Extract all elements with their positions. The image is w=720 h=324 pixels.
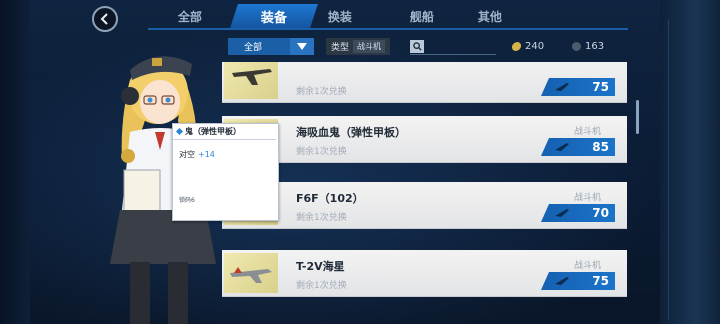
aircraft-thumbnail xyxy=(224,62,278,99)
item-category: 战斗机 xyxy=(573,193,601,203)
tab-all[interactable]: 全部 xyxy=(146,4,234,28)
tooltip-title: 鬼（弹性甲板） xyxy=(185,127,241,136)
price-value: 70 xyxy=(592,206,609,220)
price-value: 75 xyxy=(592,80,609,94)
list-item[interactable]: T-2V海星 战斗机 剩余1次兑换 75 xyxy=(222,250,627,297)
item-tooltip: 鬼（弹性甲板） 对空 +14 锁码6 xyxy=(172,123,279,221)
tooltip-header: 鬼（弹性甲板） xyxy=(173,124,276,140)
list-scrollbar[interactable] xyxy=(636,100,639,134)
price-button[interactable]: 75 xyxy=(541,272,615,290)
token-icon xyxy=(572,42,581,51)
fighter-icon xyxy=(555,143,569,151)
item-name: 海吸血鬼（弹性甲板） xyxy=(296,126,406,139)
coin-icon xyxy=(511,42,522,51)
list-item[interactable]: F6F（102） 战斗机 剩余1次兑换 70 xyxy=(222,182,627,229)
shop-item-list: 剩余1次兑换 75 海吸血鬼（弹性甲板） 战斗机 剩余1次兑换 85 F6F（1… xyxy=(222,62,627,324)
search-icon[interactable] xyxy=(410,40,424,53)
list-item[interactable]: 海吸血鬼（弹性甲板） 战斗机 剩余1次兑换 85 xyxy=(222,116,627,163)
price-button[interactable]: 85 xyxy=(541,138,615,156)
fighter-icon xyxy=(555,83,569,91)
category-dropdown[interactable]: 全部 xyxy=(228,38,314,55)
type-filter-value: 战斗机 xyxy=(353,40,386,53)
tab-skins[interactable]: 换装 xyxy=(296,4,384,28)
aircraft-thumbnail xyxy=(224,253,278,293)
tab-bar: 全部 装备 换装 舰船 其他 xyxy=(150,4,630,28)
currency-b-value: 163 xyxy=(585,41,605,52)
exchange-remaining: 剩余1次兑换 xyxy=(296,87,347,97)
left-frame xyxy=(0,0,30,324)
currency-a: 240 xyxy=(511,39,545,54)
category-dropdown-value: 全部 xyxy=(244,43,263,53)
fighter-icon xyxy=(555,209,569,217)
price-value: 85 xyxy=(592,140,609,154)
exchange-remaining: 剩余1次兑换 xyxy=(296,213,347,223)
diamond-bullet-icon xyxy=(175,127,184,136)
exchange-remaining: 剩余1次兑换 xyxy=(296,281,347,291)
item-category: 战斗机 xyxy=(573,127,601,137)
price-button[interactable]: 75 xyxy=(541,78,615,96)
item-name: F6F（102） xyxy=(296,192,364,205)
item-category: 战斗机 xyxy=(573,261,601,271)
currency-a-value: 240 xyxy=(525,41,545,52)
item-name: T-2V海星 xyxy=(296,260,345,273)
price-button[interactable]: 70 xyxy=(541,204,615,222)
tooltip-footer: 锁码6 xyxy=(179,197,195,204)
type-filter-label: 类型 xyxy=(331,43,350,53)
currency-b: 163 xyxy=(572,39,604,54)
list-item[interactable]: 剩余1次兑换 75 xyxy=(222,62,627,103)
stat-value: +14 xyxy=(198,150,215,159)
stat-label: 对空 xyxy=(179,150,195,159)
tooltip-stat: 对空 +14 xyxy=(179,149,215,160)
tab-other[interactable]: 其他 xyxy=(446,4,534,28)
type-filter[interactable]: 类型 战斗机 xyxy=(326,38,391,55)
chevron-down-icon xyxy=(290,38,314,55)
fighter-icon xyxy=(555,277,569,285)
exchange-remaining: 剩余1次兑换 xyxy=(296,147,347,157)
right-frame xyxy=(660,0,720,324)
tab-underline xyxy=(148,28,628,30)
chevron-left-icon xyxy=(100,13,108,25)
price-value: 75 xyxy=(592,274,609,288)
back-button[interactable] xyxy=(92,6,118,32)
